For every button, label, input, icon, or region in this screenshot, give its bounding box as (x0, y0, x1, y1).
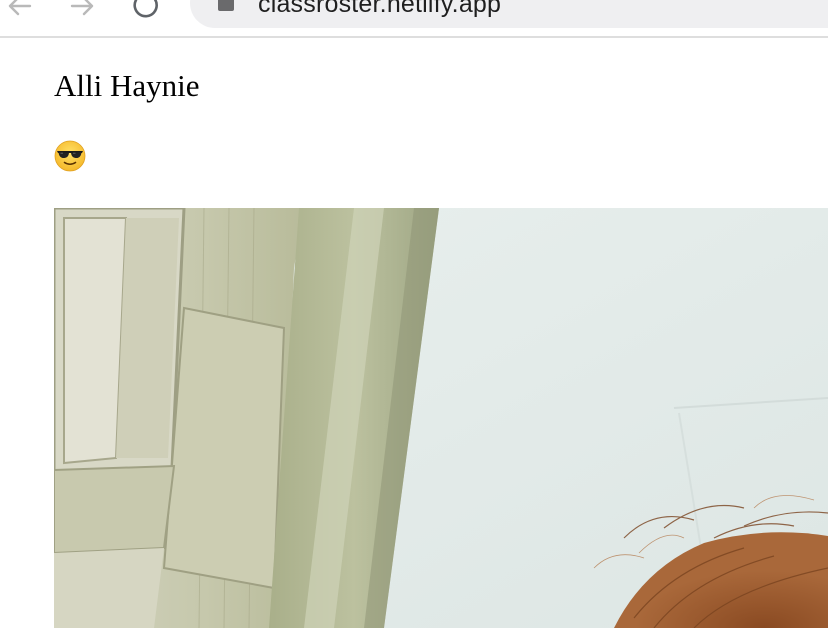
back-button[interactable] (4, 0, 34, 18)
reload-icon (133, 0, 158, 18)
browser-toolbar: classroster.netlify.app (0, 0, 828, 38)
forward-button[interactable] (68, 0, 98, 18)
student-name: Alli Haynie (54, 68, 200, 103)
page-content: Alli Haynie (0, 38, 828, 628)
smiling-face-with-sunglasses-icon (54, 140, 86, 172)
forward-arrow-icon (70, 0, 94, 16)
site-info-icon[interactable] (218, 0, 234, 11)
student-photo (54, 208, 828, 628)
address-bar[interactable]: classroster.netlify.app (190, 0, 828, 28)
back-arrow-icon (8, 0, 32, 16)
reload-button[interactable] (130, 0, 160, 18)
url-text[interactable]: classroster.netlify.app (258, 0, 501, 19)
